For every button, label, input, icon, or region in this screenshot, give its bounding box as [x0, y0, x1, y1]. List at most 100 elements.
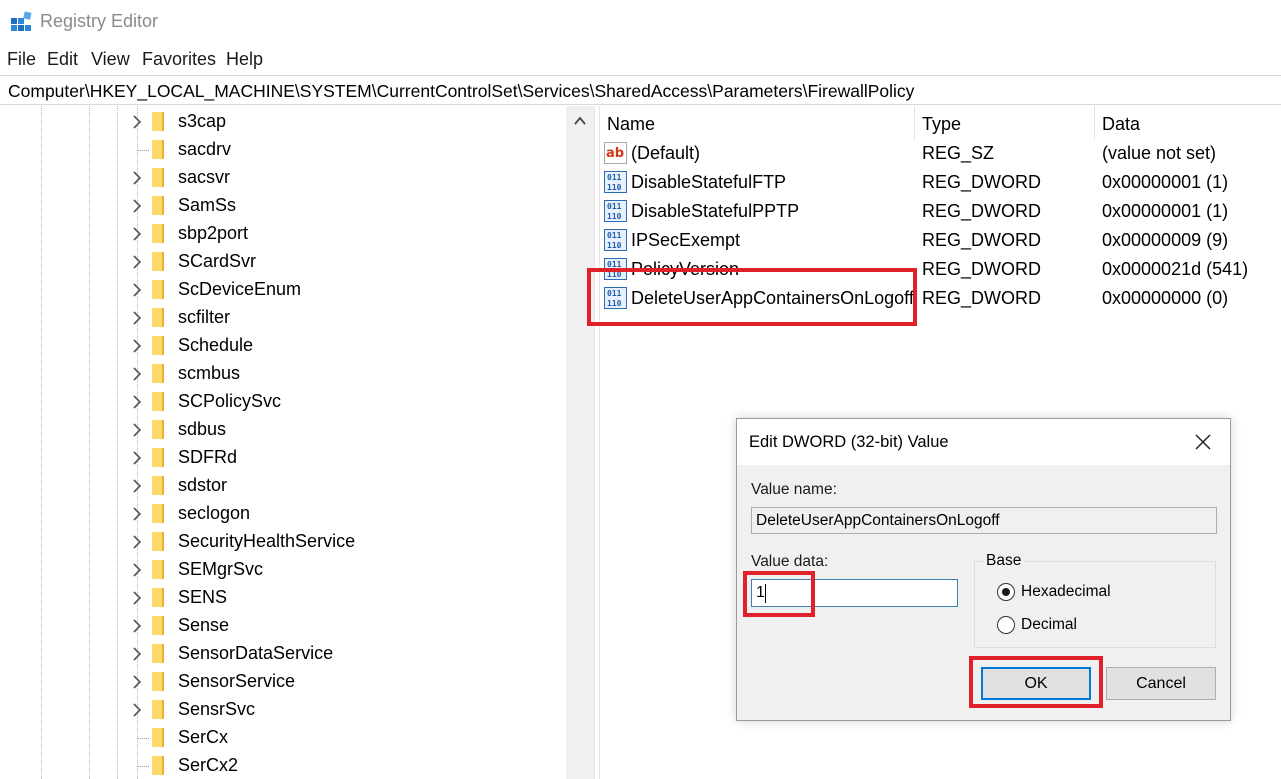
scroll-up-icon[interactable]	[573, 114, 587, 128]
chevron-right-icon[interactable]	[128, 477, 146, 495]
tree-item[interactable]: SCardSvr	[128, 248, 568, 276]
tree-item[interactable]: SerCx	[128, 724, 568, 752]
tree-item-label: SensorService	[178, 671, 296, 691]
tree-scrollbar[interactable]	[566, 106, 594, 779]
tree-item-label: SCardSvr	[178, 251, 257, 271]
svg-text:110: 110	[607, 299, 622, 308]
chevron-right-icon[interactable]	[128, 533, 146, 551]
column-type[interactable]: Type	[922, 114, 961, 135]
chevron-right-icon[interactable]	[128, 393, 146, 411]
chevron-right-icon[interactable]	[128, 365, 146, 383]
tree-item-label: SamSs	[178, 195, 237, 215]
menu-view[interactable]: View	[91, 49, 130, 70]
value-row[interactable]: 011 110 DisableStatefulFTP REG_DWORD 0x00000…	[604, 168, 1281, 197]
tree-item[interactable]: sdstor	[128, 472, 568, 500]
folder-icon	[152, 756, 164, 775]
svg-text:011: 011	[607, 202, 622, 211]
address-bar[interactable]: Computer\HKEY_LOCAL_MACHINE\SYSTEM\Curre…	[0, 75, 1281, 105]
value-row[interactable]: 011 110 DisableStatefulPPTP REG_DWORD 0x0000…	[604, 197, 1281, 226]
column-divider[interactable]	[914, 106, 915, 140]
tree-item[interactable]: sacdrv	[128, 136, 568, 164]
chevron-right-icon[interactable]	[128, 337, 146, 355]
value-data: (value not set)	[1102, 143, 1217, 163]
tree-item[interactable]: SensorService	[128, 668, 568, 696]
tree-item[interactable]: SerCx2	[128, 752, 568, 779]
folder-icon	[152, 504, 164, 523]
chevron-right-icon[interactable]	[128, 449, 146, 467]
dword-value-icon: 011110	[604, 171, 627, 193]
hexadecimal-radio[interactable]	[997, 583, 1015, 601]
cancel-button[interactable]: Cancel	[1106, 667, 1216, 700]
tree-item[interactable]: SEMgrSvc	[128, 556, 568, 584]
value-name: IPSecExempt	[631, 230, 741, 250]
value-data: 0x00000000 (0)	[1102, 288, 1229, 308]
chevron-right-icon[interactable]	[128, 309, 146, 327]
value-data-label: Value data:	[751, 553, 829, 570]
value-row[interactable]: ab (Default) REG_SZ (value not set)	[604, 139, 1281, 168]
value-type: REG_DWORD	[922, 172, 1042, 192]
tree-item[interactable]: ScDeviceEnum	[128, 276, 568, 304]
tree-item[interactable]: scmbus	[128, 360, 568, 388]
chevron-right-icon[interactable]	[128, 113, 146, 131]
tree-item-label: SCPolicySvc	[178, 391, 282, 411]
value-row[interactable]: 011 110 PolicyVersion REG_DWORD 0x0000021d (…	[604, 255, 1281, 284]
value-row[interactable]: 011 110 DeleteUserAppContainersOnLogoff REG…	[604, 284, 1281, 313]
chevron-right-icon[interactable]	[128, 505, 146, 523]
chevron-right-icon[interactable]	[128, 561, 146, 579]
tree-item[interactable]: seclogon	[128, 500, 568, 528]
column-divider[interactable]	[1094, 106, 1095, 140]
tree-item[interactable]: Sense	[128, 612, 568, 640]
value-data: 0x00000001 (1)	[1102, 172, 1229, 192]
menu-file[interactable]: File	[7, 49, 36, 70]
pane-splitter[interactable]	[594, 106, 600, 779]
tree-item[interactable]: SENS	[128, 584, 568, 612]
folder-icon	[152, 728, 164, 747]
menu-favorites[interactable]: Favorites	[142, 49, 216, 70]
folder-icon	[152, 112, 164, 131]
tree-item[interactable]: SecurityHealthService	[128, 528, 568, 556]
tree-item-label: sbp2port	[178, 223, 249, 243]
tree-item[interactable]: sbp2port	[128, 220, 568, 248]
dword-value-icon: 011110	[604, 287, 627, 309]
chevron-right-icon[interactable]	[128, 645, 146, 663]
tree-item[interactable]: SensorDataService	[128, 640, 568, 668]
radio-selected-dot	[1002, 588, 1010, 596]
column-data[interactable]: Data	[1102, 114, 1140, 135]
column-name[interactable]: Name	[607, 114, 655, 135]
value-type: REG_SZ	[922, 143, 995, 163]
value-row[interactable]: 011 110 IPSecExempt REG_DWORD 0x00000009 (9)	[604, 226, 1281, 255]
tree-item[interactable]: sdbus	[128, 416, 568, 444]
chevron-right-icon[interactable]	[128, 701, 146, 719]
chevron-right-icon[interactable]	[128, 673, 146, 691]
tree-connector	[137, 766, 149, 767]
tree-guide-line	[41, 106, 42, 779]
decimal-label[interactable]: Decimal	[1021, 616, 1077, 634]
chevron-right-icon[interactable]	[128, 281, 146, 299]
hexadecimal-label[interactable]: Hexadecimal	[1021, 583, 1111, 601]
chevron-right-icon[interactable]	[128, 253, 146, 271]
tree-item[interactable]: sacsvr	[128, 164, 568, 192]
chevron-right-icon[interactable]	[128, 421, 146, 439]
tree-item[interactable]: Schedule	[128, 332, 568, 360]
decimal-radio[interactable]	[997, 616, 1015, 634]
tree-item[interactable]: SensrSvc	[128, 696, 568, 724]
address-path[interactable]: Computer\HKEY_LOCAL_MACHINE\SYSTEM\Curre…	[8, 81, 914, 102]
chevron-right-icon[interactable]	[128, 589, 146, 607]
menu-help[interactable]: Help	[226, 49, 263, 70]
chevron-right-icon[interactable]	[128, 225, 146, 243]
tree-item[interactable]: SCPolicySvc	[128, 388, 568, 416]
chevron-right-icon[interactable]	[128, 197, 146, 215]
tree-item[interactable]: s3cap	[128, 108, 568, 136]
tree-item-label: SENS	[178, 587, 228, 607]
close-icon[interactable]	[1192, 431, 1214, 453]
tree-item[interactable]: scfilter	[128, 304, 568, 332]
chevron-right-icon[interactable]	[128, 617, 146, 635]
base-group: Base Hexadecimal Decimal	[974, 552, 1216, 648]
chevron-right-icon[interactable]	[128, 169, 146, 187]
folder-icon	[152, 252, 164, 271]
tree-item[interactable]: SDFRd	[128, 444, 568, 472]
value-data-input[interactable]: 1	[751, 579, 958, 607]
tree-item[interactable]: SamSs	[128, 192, 568, 220]
ok-button[interactable]: OK	[981, 667, 1091, 700]
menu-edit[interactable]: Edit	[47, 49, 78, 70]
